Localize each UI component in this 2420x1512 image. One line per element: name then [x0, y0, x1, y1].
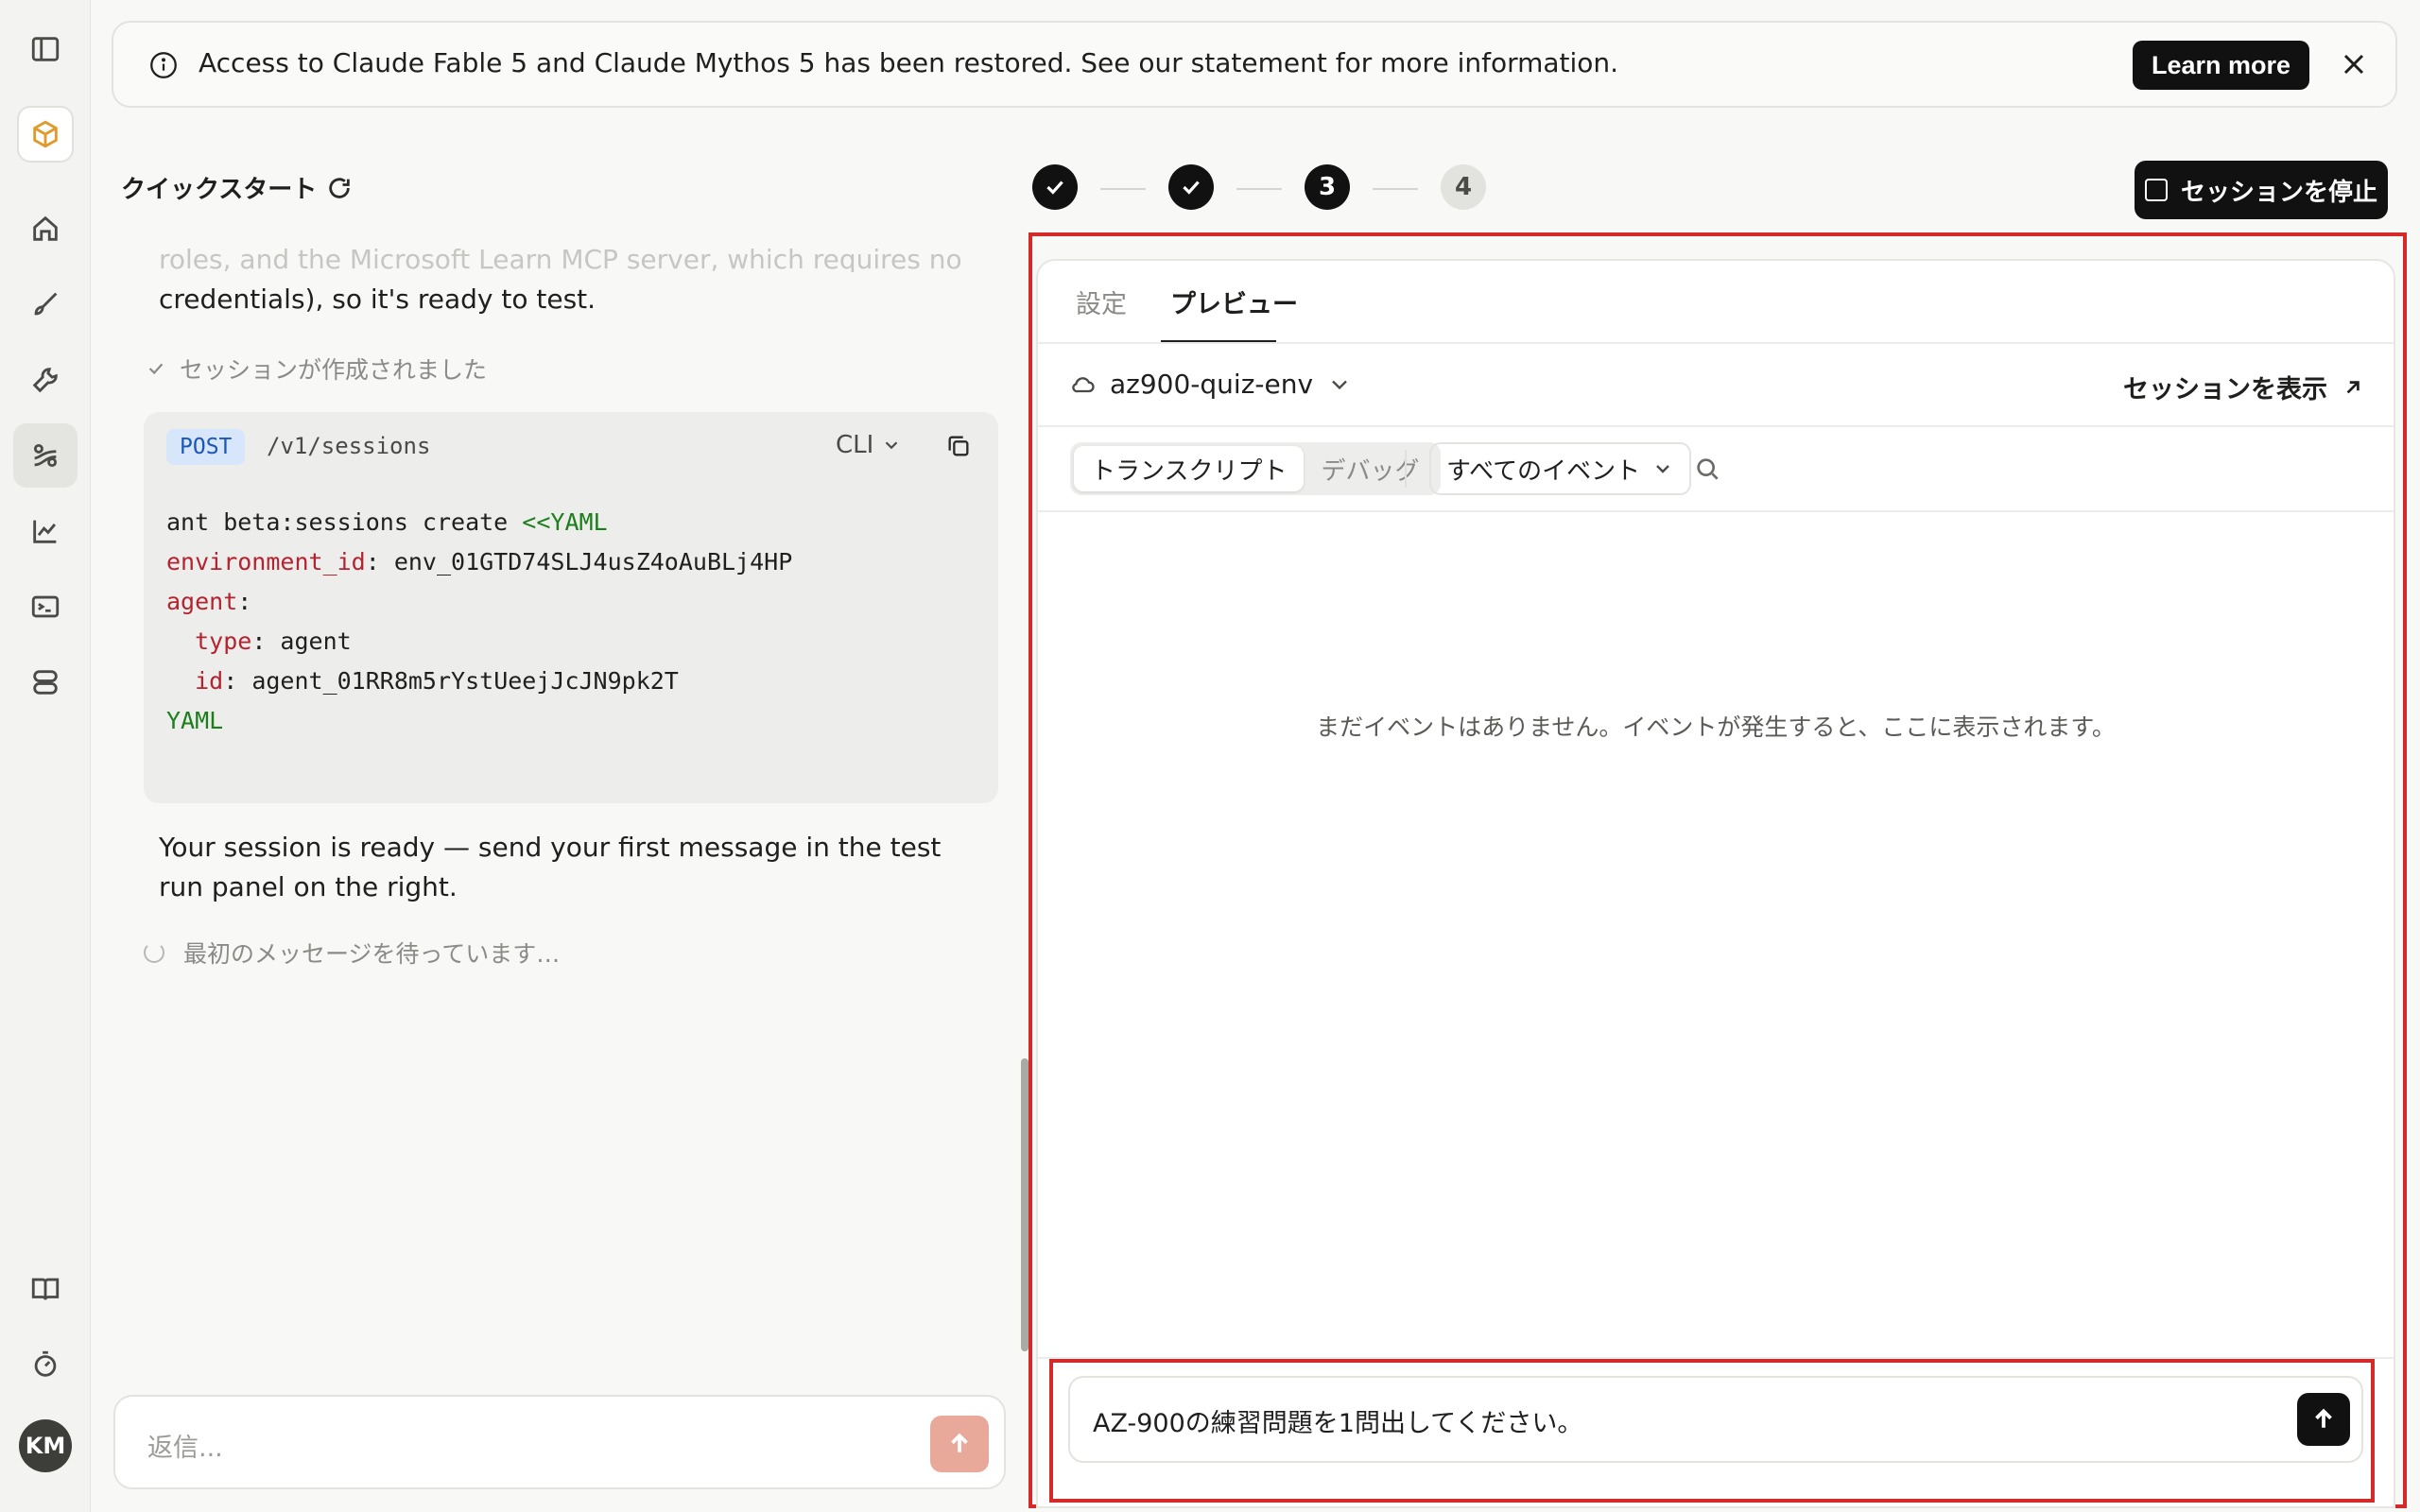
sidebar: KM: [0, 0, 91, 1512]
code-heredoc-end: YAML: [166, 707, 224, 734]
quickstart-title-label: クイックスタート: [121, 176, 318, 204]
empty-events-message: まだイベントはありません。イベントが発生すると、ここに表示されます。: [1316, 713, 2116, 741]
terminal-icon[interactable]: [13, 575, 78, 639]
session-created-label: セッションが作成されました: [180, 356, 488, 384]
chevron-down-icon: [1656, 465, 1669, 473]
docs-book-icon[interactable]: [13, 1257, 78, 1321]
refresh-icon[interactable]: [326, 175, 353, 201]
send-button[interactable]: [2297, 1393, 2350, 1446]
code-key: id: [166, 667, 224, 695]
step-1-complete[interactable]: [1032, 164, 1078, 210]
faded-text: roles, and the Microsoft Learn MCP serve…: [159, 244, 962, 272]
search-icon[interactable]: [1692, 454, 1722, 484]
external-arrow-icon: [2346, 380, 2360, 393]
waiting-label: 最初のメッセージを待っています…: [183, 940, 561, 968]
code-key: type: [166, 627, 252, 655]
quickstart-text: credentials), so it's ready to test.: [159, 284, 596, 315]
view-toggle: トランスクリプト デバッグ: [1070, 442, 1441, 495]
divider: [1038, 510, 2394, 512]
step-2-complete[interactable]: [1168, 164, 1214, 210]
step-4[interactable]: 4: [1441, 164, 1486, 210]
events-filter-select[interactable]: すべてのイベント: [1429, 442, 1692, 495]
arrow-up-icon: [2315, 1408, 2332, 1428]
tab-transcript[interactable]: トランスクリプト: [1074, 446, 1305, 491]
stop-square-icon: [2144, 179, 2168, 201]
step-connector: [1100, 188, 1146, 190]
close-icon[interactable]: [2337, 47, 2371, 81]
code-value: :: [237, 588, 252, 615]
code-heredoc: <<YAML: [522, 508, 608, 536]
code-value: : agent_01RR8m5rYstUeejJcJN9pk2T: [223, 667, 679, 695]
waiting-status: 最初のメッセージを待っています…: [144, 936, 560, 970]
check-icon: [148, 363, 164, 375]
events-filter-value: すべてのイベント: [1446, 456, 1641, 486]
spinner-icon: [144, 942, 164, 963]
step-connector: [1236, 188, 1282, 190]
announcement-banner: Access to Claude Fable 5 and Claude Myth…: [112, 21, 2397, 108]
tab-preview[interactable]: プレビュー: [1170, 284, 1298, 320]
tab-debug[interactable]: デバッグ: [1304, 446, 1436, 491]
scrollbar[interactable]: [1021, 1058, 1028, 1351]
check-icon: [1046, 180, 1063, 195]
stop-session-button[interactable]: セッションを停止: [2135, 161, 2388, 219]
language-select[interactable]: CLI: [836, 431, 902, 459]
divider: [1405, 450, 1407, 488]
analytics-icon[interactable]: [13, 499, 78, 563]
code-value: : env_01GTD74SLJ4usZ4oAuBLj4HP: [365, 548, 793, 576]
message-input[interactable]: AZ-900の練習問題を1問出してください。: [1068, 1376, 2363, 1463]
sidebar-toggle-icon[interactable]: [13, 17, 78, 81]
message-input-value: AZ-900の練習問題を1問出してください。: [1093, 1409, 1583, 1438]
chevron-down-icon: [886, 441, 898, 450]
wrench-icon[interactable]: [13, 348, 78, 412]
tab-settings[interactable]: 設定: [1076, 284, 1127, 320]
chevron-down-icon: [1332, 380, 1347, 389]
home-icon[interactable]: [13, 197, 78, 261]
code-content: ant beta:sessions create <<YAML environm…: [166, 503, 792, 741]
cloud-icon: [1072, 376, 1095, 392]
code-value: : agent: [251, 627, 352, 655]
check-icon: [1183, 180, 1200, 195]
language-select-value: CLI: [836, 431, 874, 459]
reply-placeholder: 返信...: [147, 1434, 223, 1463]
timer-icon[interactable]: [13, 1332, 78, 1397]
step-3-current[interactable]: 3: [1305, 164, 1350, 210]
session-ready-text: Your session is ready — send your first …: [159, 832, 942, 902]
code-key: environment_id: [166, 548, 366, 576]
arrow-up-icon: [951, 1433, 968, 1452]
code-command: ant beta:sessions create: [166, 508, 523, 536]
http-method-badge: POST: [166, 429, 246, 465]
test-run-panel: 設定 プレビュー az900-quiz-env セッションを表示 トランスクリプ…: [1036, 259, 2395, 1508]
endpoint-path: /v1/sessions: [267, 433, 431, 459]
environment-name: az900-quiz-env: [1110, 369, 1314, 400]
avatar[interactable]: KM: [19, 1419, 72, 1472]
apps-icon[interactable]: [13, 650, 78, 714]
session-created-status: セッションが作成されました: [146, 352, 487, 386]
code-block: POST /v1/sessions CLI ant beta:sessions …: [144, 412, 998, 803]
brush-icon[interactable]: [13, 272, 78, 336]
code-key: agent: [166, 588, 238, 615]
view-session-link[interactable]: セッションを表示: [2123, 369, 2365, 405]
reply-send-button[interactable]: [930, 1416, 989, 1472]
view-session-label: セッションを表示: [2123, 375, 2327, 404]
divider: [1038, 342, 2394, 344]
quickstart-title: クイックスタート: [121, 170, 353, 205]
learn-more-button[interactable]: Learn more: [2133, 41, 2310, 90]
sessions-icon[interactable]: [13, 423, 78, 488]
step-connector: [1373, 188, 1418, 190]
info-icon: [150, 52, 177, 78]
stop-session-label: セッションを停止: [2180, 177, 2377, 206]
divider: [1038, 425, 2394, 427]
banner-message: Access to Claude Fable 5 and Claude Myth…: [199, 47, 1619, 78]
project-icon[interactable]: [17, 106, 74, 163]
environment-select[interactable]: az900-quiz-env: [1070, 369, 1353, 400]
reply-input[interactable]: 返信...: [113, 1395, 1006, 1489]
copy-icon[interactable]: [945, 433, 972, 459]
